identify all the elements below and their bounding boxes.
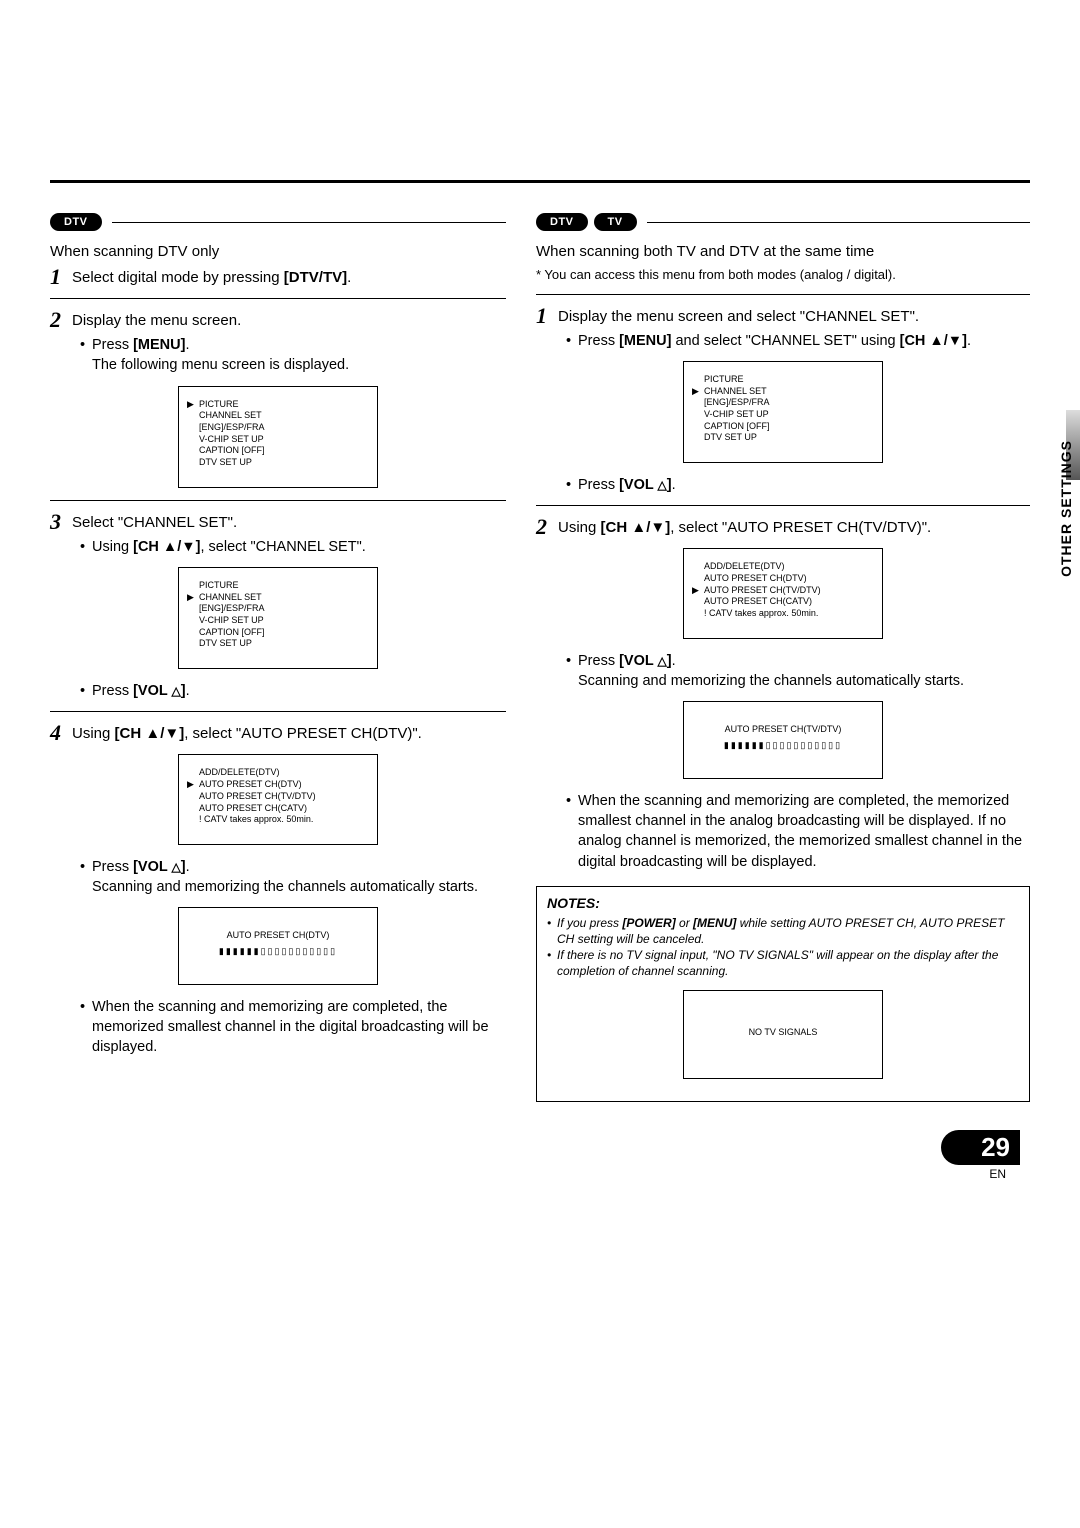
notes-title: NOTES: bbox=[547, 895, 1019, 911]
right-step2-press-vol: • Press [VOL △]. Scanning and memorizing… bbox=[566, 651, 1030, 692]
note-2: • If there is no TV signal input, "NO TV… bbox=[547, 947, 1019, 979]
step-text: Using [CH ▲/▼], select "AUTO PRESET CH(T… bbox=[558, 516, 931, 536]
notes-box: NOTES: • If you press [POWER] or [MENU] … bbox=[536, 886, 1030, 1102]
step-number: 4 bbox=[50, 722, 72, 744]
page-number: 29 bbox=[941, 1130, 1020, 1165]
step-text: Using [CH ▲/▼], select "AUTO PRESET CH(D… bbox=[72, 722, 422, 742]
step-divider bbox=[50, 500, 506, 501]
step-2: 2 Display the menu screen. bbox=[50, 309, 506, 331]
side-tab-label: OTHER SETTINGS bbox=[1058, 440, 1074, 577]
dtv-badge: DTV bbox=[536, 213, 588, 231]
step-divider bbox=[536, 505, 1030, 506]
tv-badge: TV bbox=[594, 213, 637, 231]
osd-menu-channelset: PICTURE ▶CHANNEL SET [ENG]/ESP/FRA V-CHI… bbox=[178, 567, 378, 669]
step-3: 3 Select "CHANNEL SET". bbox=[50, 511, 506, 533]
step-4: 4 Using [CH ▲/▼], select "AUTO PRESET CH… bbox=[50, 722, 506, 744]
step-number: 3 bbox=[50, 511, 72, 533]
osd-preset-list-tvdtv: ADD/DELETE(DTV) AUTO PRESET CH(DTV) ▶AUT… bbox=[683, 548, 883, 638]
right-subintro: * You can access this menu from both mod… bbox=[536, 266, 1030, 284]
osd-no-signal: NO TV SIGNALS bbox=[683, 990, 883, 1080]
step-3-bullet: • Using [CH ▲/▼], select "CHANNEL SET". bbox=[80, 537, 506, 557]
page-lang: EN bbox=[50, 1167, 1020, 1181]
page-footer: 29 EN bbox=[50, 1130, 1030, 1181]
step-text: Select digital mode by pressing [DTV/TV]… bbox=[72, 266, 351, 286]
step-number: 2 bbox=[50, 309, 72, 331]
step-1: 1 Select digital mode by pressing [DTV/T… bbox=[50, 266, 506, 288]
step-number: 1 bbox=[536, 305, 558, 327]
osd-menu-channelset-r: PICTURE ▶CHANNEL SET [ENG]/ESP/FRA V-CHI… bbox=[683, 361, 883, 463]
step-divider bbox=[50, 298, 506, 299]
step-number: 2 bbox=[536, 516, 558, 538]
osd-progress-dtv: AUTO PRESET CH(DTV) ▮▮▮▮▮▮▯▯▯▯▯▯▯▯▯▯▯ bbox=[178, 907, 378, 984]
osd-progress-tvdtv: AUTO PRESET CH(TV/DTV) ▮▮▮▮▮▮▯▯▯▯▯▯▯▯▯▯▯ bbox=[683, 701, 883, 778]
right-intro: When scanning both TV and DTV at the sam… bbox=[536, 243, 1030, 260]
step-divider bbox=[536, 294, 1030, 295]
left-intro: When scanning DTV only bbox=[50, 243, 506, 260]
badge-rule bbox=[647, 222, 1030, 223]
mode-badge-row: DTV TV bbox=[536, 213, 1030, 231]
step-3-press-vol: • Press [VOL △]. bbox=[80, 681, 506, 701]
step-4-complete: • When the scanning and memorizing are c… bbox=[80, 997, 506, 1058]
mode-badge-row: DTV bbox=[50, 213, 506, 231]
step-text: Display the menu screen. bbox=[72, 309, 241, 329]
step-number: 1 bbox=[50, 266, 72, 288]
osd-preset-list-dtv: ADD/DELETE(DTV) ▶AUTO PRESET CH(DTV) AUT… bbox=[178, 754, 378, 844]
right-step1-press-vol: • Press [VOL △]. bbox=[566, 475, 1030, 495]
step-text: Select "CHANNEL SET". bbox=[72, 511, 237, 531]
right-column: DTV TV When scanning both TV and DTV at … bbox=[536, 213, 1030, 1102]
osd-menu-screen: ▶PICTURE CHANNEL SET [ENG]/ESP/FRA V-CHI… bbox=[178, 386, 378, 488]
right-step1-bullet: • Press [MENU] and select "CHANNEL SET" … bbox=[566, 331, 1030, 351]
badge-rule bbox=[112, 222, 507, 223]
right-step2-complete: • When the scanning and memorizing are c… bbox=[566, 791, 1030, 872]
step-2-bullets: • Press [MENU]. The following menu scree… bbox=[80, 335, 506, 376]
dtv-badge: DTV bbox=[50, 213, 102, 231]
left-column: DTV When scanning DTV only 1 Select digi… bbox=[50, 213, 506, 1102]
right-step-1: 1 Display the menu screen and select "CH… bbox=[536, 305, 1030, 327]
step-4-press-vol: • Press [VOL △]. Scanning and memorizing… bbox=[80, 857, 506, 898]
note-1: • If you press [POWER] or [MENU] while s… bbox=[547, 915, 1019, 947]
right-step-2: 2 Using [CH ▲/▼], select "AUTO PRESET CH… bbox=[536, 516, 1030, 538]
step-text: Display the menu screen and select "CHAN… bbox=[558, 305, 919, 325]
header-rule bbox=[50, 180, 1030, 183]
step-divider bbox=[50, 711, 506, 712]
